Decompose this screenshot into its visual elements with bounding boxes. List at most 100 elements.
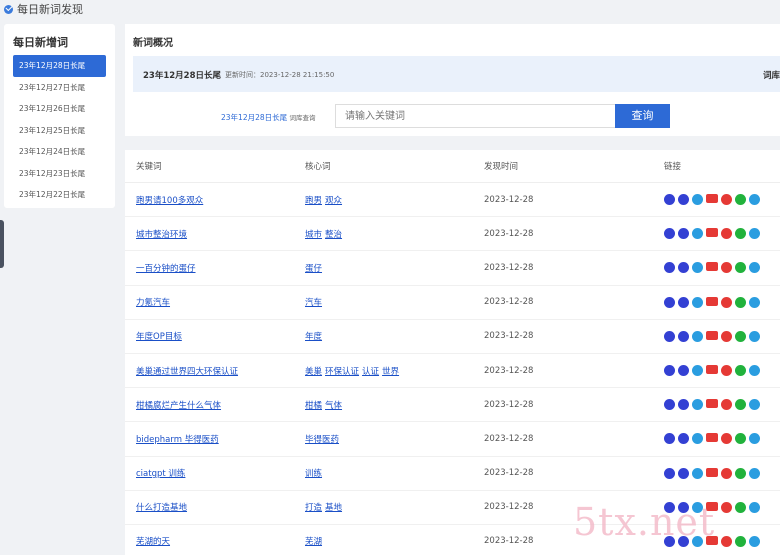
baidu-icon[interactable] bbox=[664, 262, 675, 274]
core-word-link[interactable]: 年度 bbox=[305, 332, 322, 342]
baidu-icon[interactable] bbox=[664, 501, 675, 513]
collapse-handle[interactable] bbox=[0, 220, 4, 268]
core-word-link[interactable]: 打造 bbox=[305, 503, 322, 513]
sidebar-item-1223[interactable]: 23年12月23日长尾 bbox=[13, 163, 106, 185]
wechat-icon[interactable] bbox=[735, 194, 746, 206]
keyword-link[interactable]: 城市整治环境 bbox=[136, 230, 187, 240]
toutiao-icon[interactable] bbox=[706, 467, 718, 477]
zhihu-icon[interactable] bbox=[749, 296, 760, 308]
baidu-icon[interactable] bbox=[664, 535, 675, 547]
wechat-icon[interactable] bbox=[735, 433, 746, 445]
wechat-icon[interactable] bbox=[735, 467, 746, 479]
weibo-icon[interactable] bbox=[721, 262, 732, 274]
keyword-link[interactable]: 力氪汽车 bbox=[136, 298, 170, 308]
wechat-icon[interactable] bbox=[735, 535, 746, 547]
core-word-link[interactable]: 跑男 bbox=[305, 196, 322, 206]
core-word-link[interactable]: 环保认证 bbox=[325, 367, 359, 377]
wechat-icon[interactable] bbox=[735, 399, 746, 411]
so360-icon[interactable] bbox=[692, 228, 703, 240]
toutiao-icon[interactable] bbox=[706, 330, 718, 340]
core-word-link[interactable]: 芜湖 bbox=[305, 537, 322, 547]
baidu-icon[interactable] bbox=[664, 399, 675, 411]
weibo-icon[interactable] bbox=[721, 535, 732, 547]
toutiao-icon[interactable] bbox=[706, 535, 718, 545]
weibo-icon[interactable] bbox=[721, 296, 732, 308]
core-word-link[interactable]: 蛋仔 bbox=[305, 264, 322, 274]
toutiao-icon[interactable] bbox=[706, 501, 718, 511]
sogou-icon[interactable] bbox=[678, 262, 689, 274]
wechat-icon[interactable] bbox=[735, 330, 746, 342]
core-word-link[interactable]: 气体 bbox=[325, 401, 342, 411]
sogou-icon[interactable] bbox=[678, 535, 689, 547]
core-word-link[interactable]: 观众 bbox=[325, 196, 342, 206]
sidebar-item-1222[interactable]: 23年12月22日长尾 bbox=[13, 184, 106, 206]
core-word-link[interactable]: 世界 bbox=[382, 367, 399, 377]
keyword-link[interactable]: 什么打造基地 bbox=[136, 503, 187, 513]
keyword-link[interactable]: 年度OP目标 bbox=[136, 332, 182, 342]
zhihu-icon[interactable] bbox=[749, 365, 760, 377]
query-button[interactable]: 查询 bbox=[615, 104, 670, 128]
sogou-icon[interactable] bbox=[678, 399, 689, 411]
zhihu-icon[interactable] bbox=[749, 535, 760, 547]
zhihu-icon[interactable] bbox=[749, 501, 760, 513]
zhihu-icon[interactable] bbox=[749, 330, 760, 342]
so360-icon[interactable] bbox=[692, 433, 703, 445]
sogou-icon[interactable] bbox=[678, 296, 689, 308]
so360-icon[interactable] bbox=[692, 501, 703, 513]
sogou-icon[interactable] bbox=[678, 330, 689, 342]
core-word-link[interactable]: 基地 bbox=[325, 503, 342, 513]
sogou-icon[interactable] bbox=[678, 228, 689, 240]
so360-icon[interactable] bbox=[692, 194, 703, 206]
baidu-icon[interactable] bbox=[664, 365, 675, 377]
toutiao-icon[interactable] bbox=[706, 262, 718, 272]
baidu-icon[interactable] bbox=[664, 433, 675, 445]
so360-icon[interactable] bbox=[692, 262, 703, 274]
zhihu-icon[interactable] bbox=[749, 467, 760, 479]
toutiao-icon[interactable] bbox=[706, 228, 718, 238]
baidu-icon[interactable] bbox=[664, 467, 675, 479]
sidebar-item-1226[interactable]: 23年12月26日长尾 bbox=[13, 98, 106, 120]
weibo-icon[interactable] bbox=[721, 467, 732, 479]
keyword-link[interactable]: 一百分钟的蛋仔 bbox=[136, 264, 196, 274]
core-word-link[interactable]: 毕得医药 bbox=[305, 435, 339, 445]
so360-icon[interactable] bbox=[692, 467, 703, 479]
wechat-icon[interactable] bbox=[735, 228, 746, 240]
sidebar-item-1227[interactable]: 23年12月27日长尾 bbox=[13, 77, 106, 99]
sogou-icon[interactable] bbox=[678, 194, 689, 206]
core-word-link[interactable]: 城市 bbox=[305, 230, 322, 240]
weibo-icon[interactable] bbox=[721, 399, 732, 411]
toutiao-icon[interactable] bbox=[706, 433, 718, 443]
so360-icon[interactable] bbox=[692, 296, 703, 308]
core-word-link[interactable]: 训练 bbox=[305, 469, 322, 479]
toutiao-icon[interactable] bbox=[706, 194, 718, 204]
core-word-link[interactable]: 美巢 bbox=[305, 367, 322, 377]
zhihu-icon[interactable] bbox=[749, 228, 760, 240]
sogou-icon[interactable] bbox=[678, 501, 689, 513]
toutiao-icon[interactable] bbox=[706, 365, 718, 375]
weibo-icon[interactable] bbox=[721, 433, 732, 445]
baidu-icon[interactable] bbox=[664, 296, 675, 308]
sidebar-item-1224[interactable]: 23年12月24日长尾 bbox=[13, 141, 106, 163]
so360-icon[interactable] bbox=[692, 365, 703, 377]
core-word-link[interactable]: 整治 bbox=[325, 230, 342, 240]
baidu-icon[interactable] bbox=[664, 330, 675, 342]
keyword-search-input[interactable] bbox=[335, 104, 616, 128]
weibo-icon[interactable] bbox=[721, 194, 732, 206]
zhihu-icon[interactable] bbox=[749, 433, 760, 445]
toutiao-icon[interactable] bbox=[706, 399, 718, 409]
baidu-icon[interactable] bbox=[664, 194, 675, 206]
core-word-link[interactable]: 柑橘 bbox=[305, 401, 322, 411]
core-word-link[interactable]: 认证 bbox=[362, 367, 379, 377]
sogou-icon[interactable] bbox=[678, 467, 689, 479]
keyword-link[interactable]: 跑男请100多观众 bbox=[136, 196, 203, 206]
zhihu-icon[interactable] bbox=[749, 194, 760, 206]
wechat-icon[interactable] bbox=[735, 365, 746, 377]
weibo-icon[interactable] bbox=[721, 365, 732, 377]
core-word-link[interactable]: 汽车 bbox=[305, 298, 322, 308]
so360-icon[interactable] bbox=[692, 399, 703, 411]
sidebar-item-1225[interactable]: 23年12月25日长尾 bbox=[13, 120, 106, 142]
keyword-link[interactable]: 美巢通过世界四大环保认证 bbox=[136, 367, 238, 377]
keyword-link[interactable]: 芜湖的天 bbox=[136, 537, 170, 547]
so360-icon[interactable] bbox=[692, 330, 703, 342]
so360-icon[interactable] bbox=[692, 535, 703, 547]
